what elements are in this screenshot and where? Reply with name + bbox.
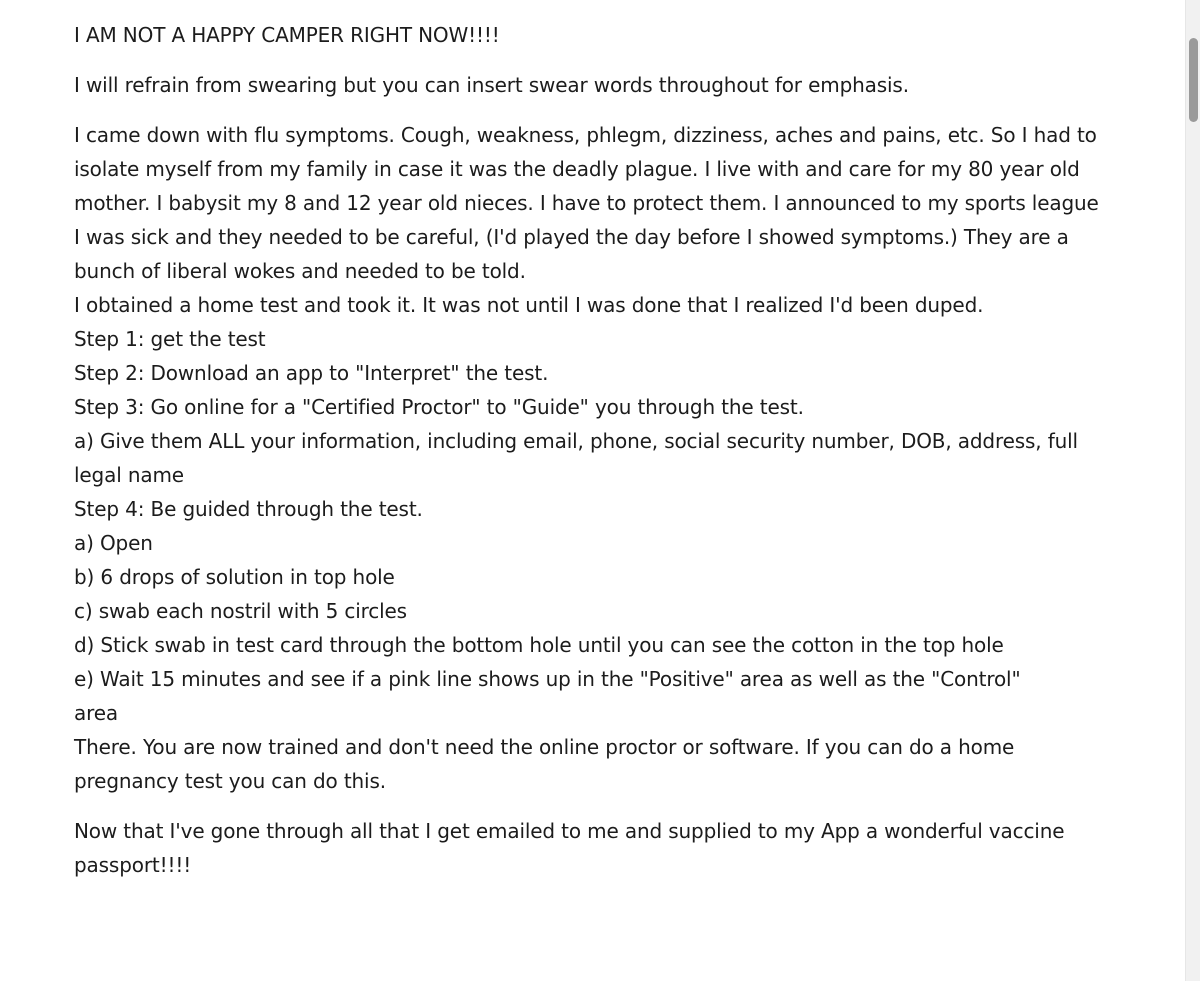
substep-b-line: b) 6 drops of solution in top hole [74, 565, 395, 589]
post-body: I AM NOT A HAPPY CAMPER RIGHT NOW!!!! I … [74, 18, 1174, 898]
text-line: I obtained a home test and took it. It w… [74, 293, 984, 317]
text-line: passport!!!! [74, 853, 192, 877]
step-2-line: Step 2: Download an app to "Interpret" t… [74, 361, 549, 385]
substep-d-line: d) Stick swab in test card through the b… [74, 633, 1004, 657]
post-paragraph-main: I came down with flu symptoms. Cough, we… [74, 118, 1174, 798]
post-paragraph-intro: I will refrain from swearing but you can… [74, 73, 909, 97]
text-line: I came down with flu symptoms. Cough, we… [74, 123, 1097, 147]
text-line: pregnancy test you can do this. [74, 769, 386, 793]
substep-a-line: a) Open [74, 531, 153, 555]
text-line: There. You are now trained and don't nee… [74, 735, 1015, 759]
step-1-line: Step 1: get the test [74, 327, 266, 351]
text-line: a) Give them ALL your information, inclu… [74, 429, 1078, 453]
vertical-scrollbar[interactable] [1185, 0, 1200, 981]
scrollbar-thumb[interactable] [1189, 38, 1198, 122]
text-line: Now that I've gone through all that I ge… [74, 819, 1065, 843]
step-4-line: Step 4: Be guided through the test. [74, 497, 423, 521]
step-3-line: Step 3: Go online for a "Certified Proct… [74, 395, 804, 419]
substep-c-line: c) swab each nostril with 5 circles [74, 599, 407, 623]
text-line: I was sick and they needed to be careful… [74, 225, 1069, 249]
post-heading: I AM NOT A HAPPY CAMPER RIGHT NOW!!!! [74, 23, 500, 47]
text-line: area [74, 701, 118, 725]
substep-e-line: e) Wait 15 minutes and see if a pink lin… [74, 667, 1021, 691]
text-line: mother. I babysit my 8 and 12 year old n… [74, 191, 1099, 215]
text-line: bunch of liberal wokes and needed to be … [74, 259, 526, 283]
text-line: isolate myself from my family in case it… [74, 157, 1080, 181]
post-paragraph-closing: Now that I've gone through all that I ge… [74, 814, 1174, 882]
text-line: legal name [74, 463, 184, 487]
